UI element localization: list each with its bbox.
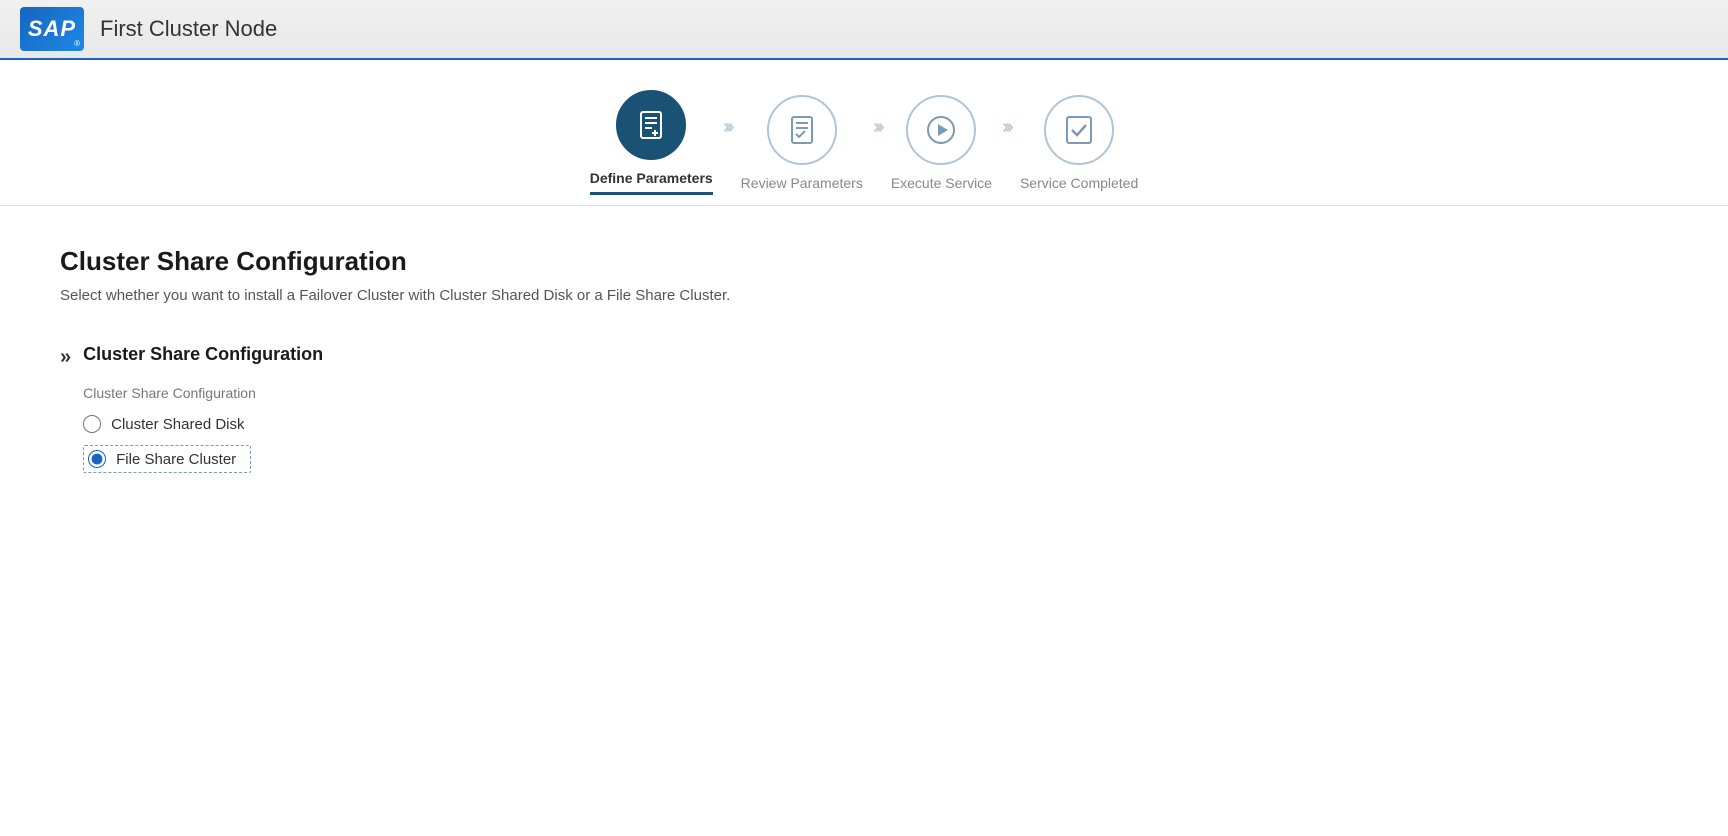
app-header: SAP ® First Cluster Node bbox=[0, 0, 1728, 60]
sap-logo-text: SAP bbox=[28, 16, 76, 42]
app-title: First Cluster Node bbox=[100, 16, 277, 42]
review-icon bbox=[785, 113, 819, 147]
sap-logo: SAP ® bbox=[20, 7, 84, 51]
radio-option-disk: Cluster Shared Disk bbox=[83, 415, 1668, 433]
step-execute[interactable]: Execute Service bbox=[891, 95, 992, 191]
step-completed-circle bbox=[1044, 95, 1114, 165]
page-title: Cluster Share Configuration bbox=[60, 246, 1668, 277]
step-completed-label: Service Completed bbox=[1020, 175, 1138, 191]
step-completed[interactable]: Service Completed bbox=[1020, 95, 1138, 191]
step-define-label: Define Parameters bbox=[590, 170, 713, 186]
section-body: Cluster Share Configuration Cluster Shar… bbox=[83, 344, 1668, 485]
step-execute-label: Execute Service bbox=[891, 175, 992, 191]
radio-disk-label[interactable]: Cluster Shared Disk bbox=[111, 416, 244, 433]
step-connector-3: ››› bbox=[1002, 116, 1010, 139]
step-review[interactable]: Review Parameters bbox=[741, 95, 863, 191]
sap-logo-registered: ® bbox=[74, 39, 80, 48]
step-connector-1: ››› bbox=[723, 116, 731, 139]
section-arrow-icon: » bbox=[60, 346, 67, 369]
check-icon bbox=[1062, 113, 1096, 147]
radio-selected-box: File Share Cluster bbox=[83, 445, 251, 473]
page-content: Cluster Share Configuration Select wheth… bbox=[0, 206, 1728, 555]
radio-share[interactable] bbox=[88, 450, 106, 468]
step-define[interactable]: Define Parameters bbox=[590, 90, 713, 195]
page-subtitle: Select whether you want to install a Fai… bbox=[60, 287, 1668, 304]
step-review-label: Review Parameters bbox=[741, 175, 863, 191]
step-execute-circle bbox=[906, 95, 976, 165]
main-content: Define Parameters ››› Review Parameters … bbox=[0, 60, 1728, 836]
wizard-steps: Define Parameters ››› Review Parameters … bbox=[0, 60, 1728, 206]
field-label: Cluster Share Configuration bbox=[83, 385, 1668, 401]
step-review-circle bbox=[767, 95, 837, 165]
radio-option-share: File Share Cluster bbox=[83, 445, 1668, 473]
step-connector-2: ››› bbox=[873, 116, 881, 139]
cluster-share-section: » Cluster Share Configuration Cluster Sh… bbox=[60, 344, 1668, 485]
step-define-underline bbox=[590, 192, 713, 195]
form-icon bbox=[634, 108, 668, 142]
radio-disk[interactable] bbox=[83, 415, 101, 433]
section-title: Cluster Share Configuration bbox=[83, 344, 1668, 365]
step-define-circle bbox=[616, 90, 686, 160]
radio-share-label[interactable]: File Share Cluster bbox=[116, 451, 236, 468]
play-icon bbox=[924, 113, 958, 147]
